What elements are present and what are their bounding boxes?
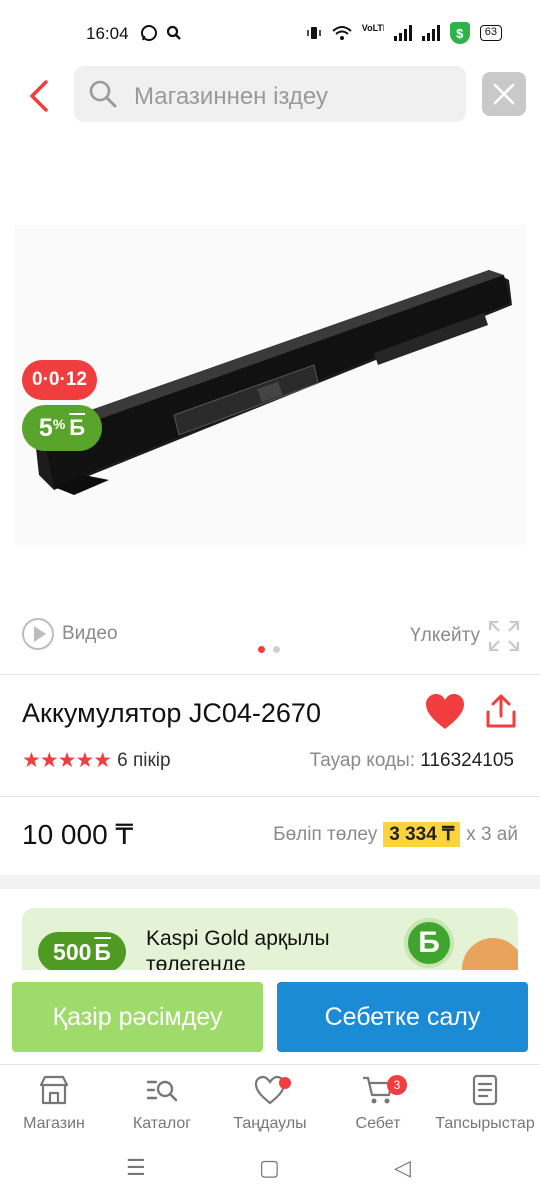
installment-label: Бөліп төлеу (273, 823, 378, 845)
enlarge-button[interactable]: Үлкейту (410, 620, 520, 652)
share-icon (486, 694, 516, 728)
menu-icon[interactable]: ☰ (126, 1155, 146, 1181)
nav-item-cart[interactable]: 3 Себет (323, 1073, 433, 1133)
battery-icon: 63 (479, 25, 502, 41)
installment-info: Бөліп төлеу 3 334 ₸ x 3 ай (273, 822, 518, 847)
nav-item-favorites[interactable]: Таңдаулы (215, 1073, 325, 1133)
add-to-cart-button[interactable]: Себетке салу (277, 982, 528, 1052)
share-button[interactable] (482, 692, 520, 732)
search-icon (89, 80, 117, 108)
installment-amount: 3 334 ₸ (383, 822, 461, 847)
product-code: Тауар коды: 116324105 (310, 750, 515, 772)
cart-count-badge: 3 (387, 1075, 407, 1095)
product-title: Аккумулятор JC04-2670 (22, 698, 321, 728)
search-placeholder: Магазиннен іздеу (134, 83, 328, 110)
vibrate-icon (307, 27, 321, 39)
product-price: 10 000 ₸ (22, 819, 134, 850)
status-right-icons: VoLTE $ 63 (306, 22, 502, 44)
promo-text-line2: төлегенде (146, 953, 246, 970)
nav-item-catalog[interactable]: Каталог (107, 1073, 217, 1133)
nav-label: Магазин (23, 1115, 85, 1132)
bonus-badge-currency: Б (69, 415, 86, 440)
shield-icon: $ (449, 22, 470, 44)
expand-icon (488, 620, 520, 652)
reviews-link[interactable]: 6 пікір (117, 750, 170, 772)
image-pagination (258, 646, 280, 653)
promo-text-line1: Kaspi Gold арқылы (146, 927, 330, 950)
kaspi-bonus-logo-icon: Б (404, 918, 454, 968)
play-icon (22, 618, 54, 650)
back-button[interactable] (20, 76, 60, 116)
enlarge-label: Үлкейту (410, 625, 480, 646)
heart-icon (426, 694, 464, 729)
close-icon (493, 83, 515, 105)
product-code-value: 116324105 (420, 750, 514, 771)
signal-icon (421, 25, 440, 41)
nav-label: Таңдаулы (233, 1115, 307, 1132)
notification-dot (279, 1077, 291, 1089)
promo-text: Kaspi Gold арқылы төлегенде (146, 926, 330, 970)
search-input[interactable]: Магазиннен іздеу (74, 66, 466, 122)
promo-bonus-currency: Б (94, 938, 111, 965)
nav-label: Тапсырыстар (435, 1115, 535, 1132)
catalog-icon (146, 1080, 178, 1102)
nav-item-store[interactable]: Магазин (0, 1073, 109, 1133)
home-icon[interactable]: ▢ (259, 1155, 280, 1181)
bonus-badge: 5% Б (22, 405, 102, 451)
coin-icon (462, 938, 518, 970)
wifi-icon (332, 26, 352, 40)
orders-icon (472, 1074, 498, 1106)
pagination-dot-active (258, 646, 265, 653)
installment-term: x 3 ай (466, 823, 518, 845)
video-button[interactable]: Видео (22, 618, 118, 650)
promo-bonus-amount: 500 (53, 938, 92, 965)
divider (0, 674, 540, 675)
whatsapp-icon (141, 25, 157, 42)
close-button[interactable] (482, 72, 526, 116)
bottom-nav: Магазин Каталог Таңдаулы 3 Себет Тапсыры… (0, 1064, 540, 1140)
bonus-badge-symbol: % (52, 416, 66, 432)
nav-label: Каталог (132, 1115, 192, 1132)
promo-bonus-badge: 500 Б (38, 932, 126, 970)
divider (0, 796, 540, 797)
status-left-icons (140, 24, 182, 42)
chevron-left-icon (30, 80, 48, 112)
pagination-dot (273, 646, 280, 653)
section-separator (0, 875, 540, 889)
bonus-badge-percent: 5 (38, 413, 53, 442)
checkout-now-button[interactable]: Қазір рәсімдеу (12, 982, 263, 1052)
status-time: 16:04 (86, 24, 129, 43)
rating-stars: ★★★★★ (22, 749, 112, 772)
volte-icon: VoLTE (361, 24, 384, 33)
back-triangle-icon[interactable]: ◁ (394, 1155, 411, 1181)
system-nav-bar: ☰ ▢ ◁ (0, 1145, 540, 1195)
nav-item-orders[interactable]: Тапсырыстар (430, 1073, 540, 1133)
status-bar: 16:04 VoLTE $ 63 (0, 0, 540, 64)
store-icon (39, 1075, 69, 1105)
nav-label: Себет (355, 1115, 401, 1132)
signal-icon (393, 25, 412, 41)
video-label: Видео (62, 623, 118, 644)
credit-badge: 0·0·12 (22, 360, 97, 400)
rating[interactable]: ★★★★★ 6 пікір (22, 748, 171, 773)
product-code-label: Тауар коды: (309, 750, 416, 771)
kaspi-gold-promo[interactable]: 500 Б Kaspi Gold арқылы төлегенде Б (22, 908, 518, 970)
favorite-button[interactable] (424, 692, 466, 732)
search-icon (167, 25, 182, 40)
